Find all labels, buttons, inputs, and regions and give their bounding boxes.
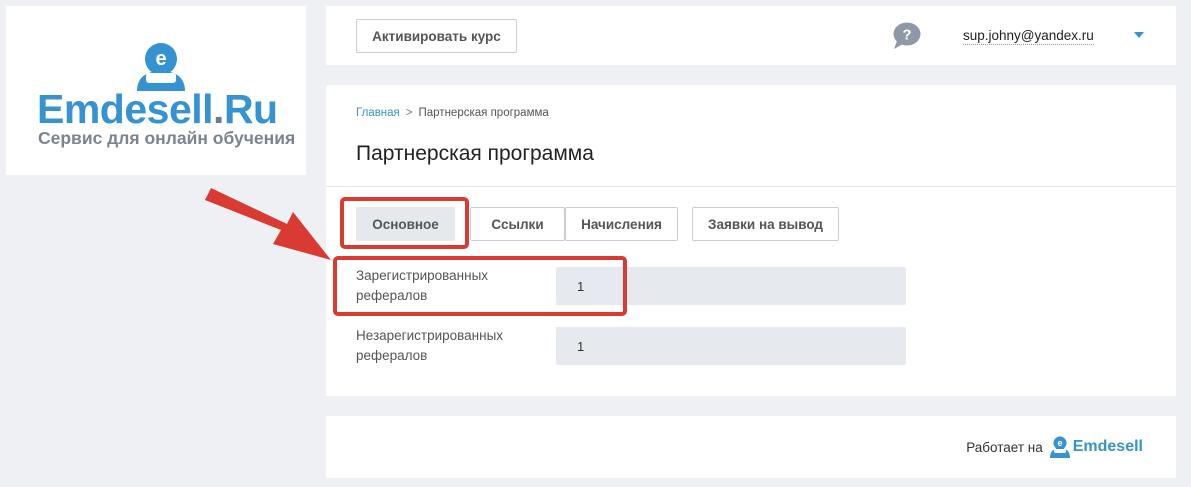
- footer-card: Работает на e Emdesell: [326, 416, 1176, 478]
- breadcrumb-home-link[interactable]: Главная: [356, 107, 400, 119]
- annotation-highlight-field: [333, 256, 627, 316]
- breadcrumb: Главная > Партнерская программа: [356, 107, 549, 119]
- svg-text:?: ?: [902, 27, 911, 44]
- caret-down-icon[interactable]: [1134, 32, 1144, 38]
- powered-by-label: Работает на: [966, 439, 1043, 455]
- annotation-highlight-tab: [340, 197, 469, 249]
- svg-text:e: e: [155, 48, 166, 70]
- divider: [326, 186, 1176, 187]
- activate-course-button[interactable]: Активировать курс: [356, 19, 517, 53]
- page-title: Партнерская программа: [356, 142, 594, 165]
- logo-card: e Emdesell.Ru Сервис для онлайн обучения: [6, 6, 306, 175]
- brand-name: Emdesell.Ru: [37, 86, 278, 132]
- tab-withdrawal-requests[interactable]: Заявки на вывод: [692, 207, 839, 241]
- question-bubble-icon[interactable]: ?: [891, 22, 921, 50]
- annotation-arrow-icon: [205, 188, 331, 260]
- brand-logo[interactable]: e Emdesell.Ru Сервис для онлайн обучения: [6, 6, 306, 175]
- breadcrumb-current: Партнерская программа: [418, 107, 549, 119]
- brand-tld: Ru: [223, 86, 278, 132]
- brand-dot: .: [213, 86, 224, 132]
- footer-brand-link[interactable]: e Emdesell: [1049, 436, 1143, 458]
- powered-by: Работает на e Emdesell: [966, 436, 1143, 458]
- user-email-menu[interactable]: sup.johny@yandex.ru: [963, 28, 1094, 45]
- tab-accruals[interactable]: Начисления: [565, 207, 678, 241]
- unregistered-referrals-label: Незарегистрированных рефералов: [356, 328, 504, 363]
- footer-brand-name: Emdesell: [1072, 438, 1143, 455]
- brand-tagline: Сервис для онлайн обучения: [38, 128, 296, 148]
- breadcrumb-separator: >: [405, 107, 413, 119]
- top-bar: Активировать курс ? sup.johny@yandex.ru: [326, 6, 1176, 65]
- unregistered-referrals-value: 1: [556, 327, 906, 365]
- footer-brand-emblem-icon: e: [1049, 436, 1070, 458]
- svg-text:e: e: [1057, 438, 1062, 448]
- brand-emblem-icon: e: [137, 43, 185, 91]
- tab-links[interactable]: Ссылки: [470, 207, 565, 241]
